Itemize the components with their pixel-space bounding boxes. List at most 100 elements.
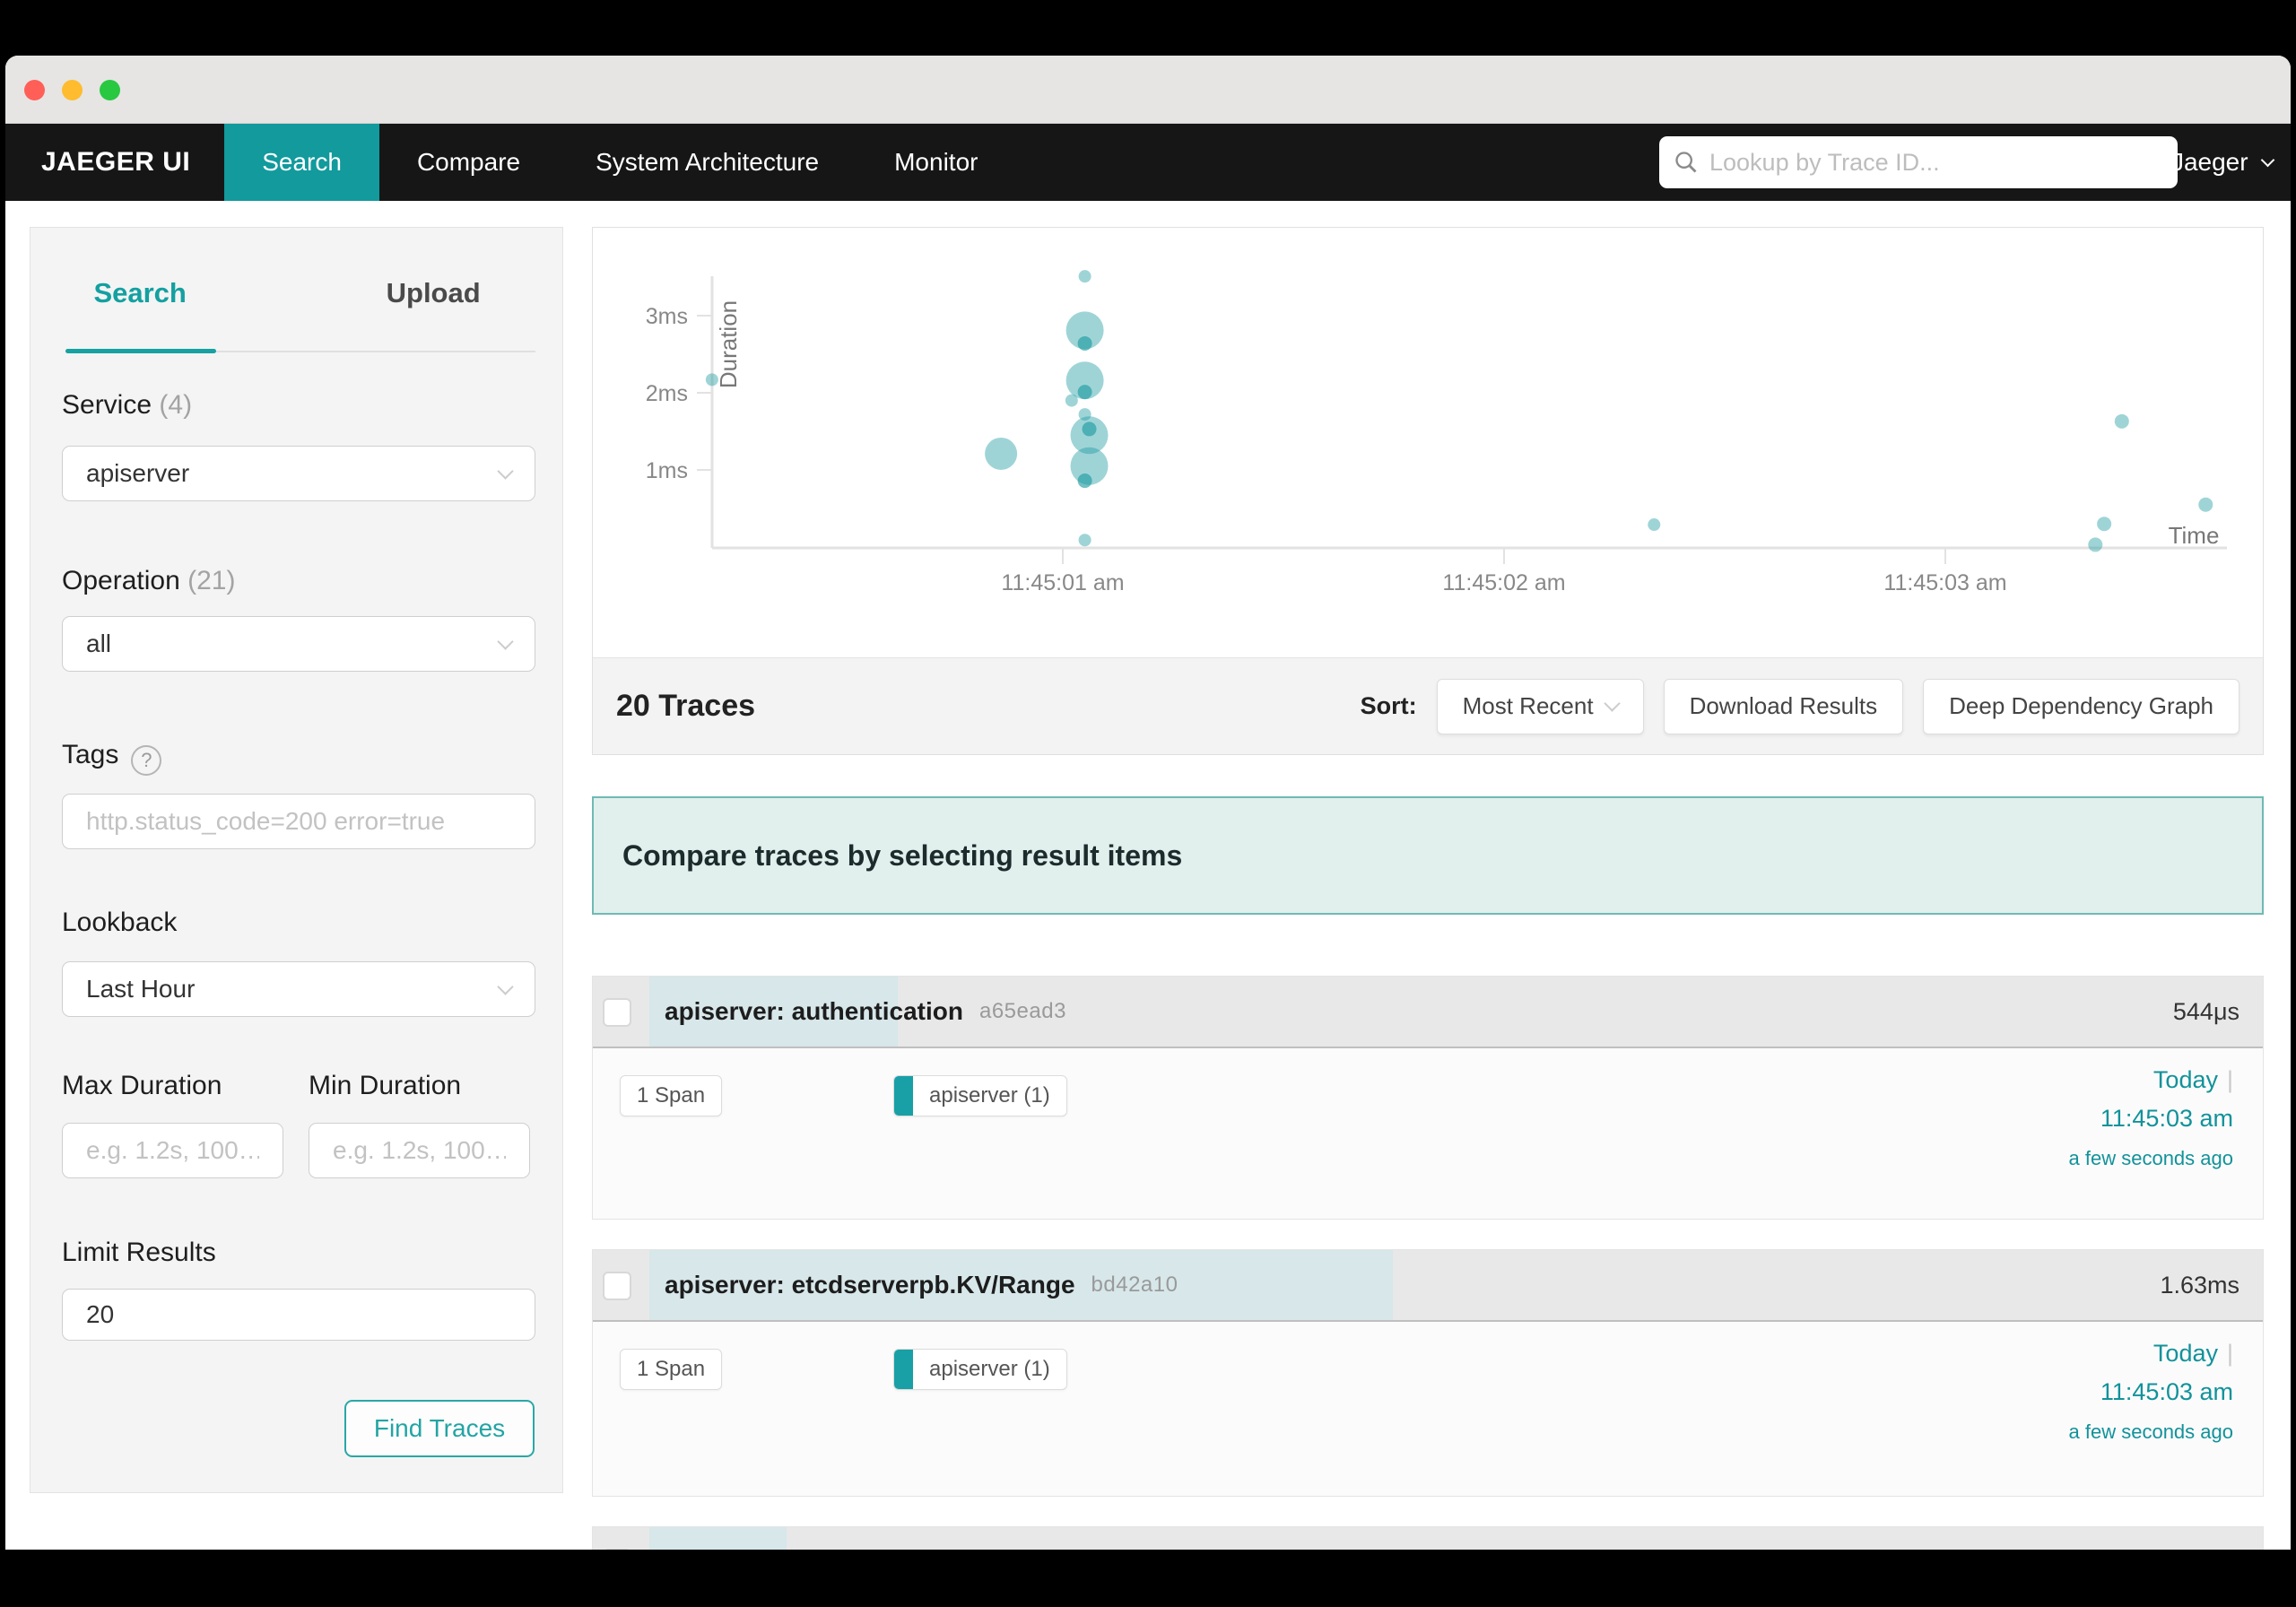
- trace-point[interactable]: [2097, 517, 2112, 532]
- trace-count-heading: 20 Traces: [616, 689, 756, 723]
- tab-underline: [65, 349, 535, 353]
- trace-title[interactable]: apiserver: authentication a65ead3: [665, 977, 1066, 1047]
- span-count-chip: 1 Span: [620, 1075, 723, 1116]
- trace-point[interactable]: [705, 373, 718, 387]
- trace-result-item[interactable]: apiserver: authentication a65ead3 544μs …: [592, 976, 2264, 1220]
- lookback-select[interactable]: Last Hour: [62, 961, 535, 1017]
- tags-input[interactable]: [86, 807, 511, 836]
- min-duration-label: Min Duration: [309, 1071, 462, 1100]
- macos-titlebar: [5, 56, 2291, 124]
- app-window: JAEGER UI Search Compare System Architec…: [5, 56, 2291, 1550]
- minimize-window-button[interactable]: [62, 80, 83, 100]
- trace-id: a65ead3: [978, 999, 1066, 1023]
- tags-label: Tags?: [62, 740, 162, 776]
- trace-point[interactable]: [2088, 537, 2103, 552]
- trace-point[interactable]: [2114, 413, 2129, 429]
- chevron-down-icon: [497, 462, 514, 480]
- limit-results-field[interactable]: [62, 1289, 535, 1341]
- trace-result-item[interactable]: apiserver: etcdserverpb.KV/Range bd42a10…: [592, 1249, 2264, 1497]
- service-select[interactable]: apiserver: [62, 446, 535, 501]
- sort-select[interactable]: Most Recent: [1436, 678, 1644, 734]
- operation-label: Operation (21): [62, 566, 236, 595]
- service-color-swatch: [894, 1350, 913, 1389]
- trace-point[interactable]: [1078, 534, 1091, 547]
- trace-time-block: Today | 11:45:03 am a few seconds ago: [2068, 1340, 2233, 1443]
- deep-dependency-graph-button[interactable]: Deep Dependency Graph: [1923, 678, 2239, 734]
- trace-header: apiserver: authentication a65ead3 544μs: [593, 977, 2263, 1048]
- x-tick-label: 11:45:02 am: [1442, 570, 1565, 595]
- trace-select-checkbox[interactable]: [603, 1549, 631, 1550]
- trace-header: [593, 1527, 2263, 1550]
- results-header: 20 Traces Sort: Most Recent Download Res…: [593, 657, 2263, 754]
- y-tick-label: 3ms: [646, 304, 688, 329]
- sidebar-tabs: Search Upload: [65, 277, 535, 309]
- help-icon[interactable]: ?: [131, 745, 162, 776]
- trace-lookup-input[interactable]: [1709, 148, 2163, 177]
- limit-results-input[interactable]: [86, 1300, 511, 1329]
- chevron-down-icon: [497, 977, 514, 995]
- search-icon: [1675, 152, 1697, 173]
- max-duration-label: Max Duration: [62, 1071, 222, 1100]
- service-chip: apiserver (1): [893, 1349, 1067, 1390]
- sort-label: Sort:: [1360, 692, 1417, 719]
- trace-point[interactable]: [985, 437, 1018, 470]
- results-card: 1ms 2ms 3ms 11:45:01 am 11:45:02 am 11:45:03 …: [592, 227, 2264, 755]
- chevron-down-icon: [1603, 695, 1621, 712]
- trace-select-checkbox[interactable]: [603, 1272, 631, 1300]
- service-chip: apiserver (1): [893, 1075, 1067, 1116]
- span-count-chip: 1 Span: [620, 1349, 723, 1390]
- x-tick-label: 11:45:03 am: [1883, 570, 2006, 595]
- trace-point[interactable]: [1648, 518, 1661, 532]
- min-duration-field[interactable]: [309, 1123, 530, 1178]
- service-color-swatch: [894, 1076, 913, 1116]
- top-navbar: JAEGER UI Search Compare System Architec…: [5, 124, 2291, 201]
- operation-select[interactable]: all: [62, 616, 535, 672]
- trace-duration: 1.63ms: [2160, 1271, 2239, 1299]
- min-duration-input[interactable]: [333, 1136, 506, 1165]
- x-tick-label: 11:45:01 am: [1001, 570, 1124, 595]
- trace-body: 1 Span apiserver (1) Today | 11:45:03 am …: [593, 1048, 2263, 1217]
- find-traces-button[interactable]: Find Traces: [344, 1400, 535, 1457]
- tags-field[interactable]: [62, 794, 535, 849]
- download-results-button[interactable]: Download Results: [1663, 678, 1904, 734]
- nav-tab-monitor[interactable]: Monitor: [857, 124, 1015, 201]
- compare-banner: Compare traces by selecting result items: [592, 796, 2264, 915]
- y-tick-label: 1ms: [646, 458, 688, 483]
- trace-point[interactable]: [1082, 421, 1097, 437]
- chevron-down-icon: [497, 632, 514, 650]
- trace-point[interactable]: [1065, 394, 1078, 407]
- max-duration-field[interactable]: [62, 1123, 283, 1178]
- trace-point[interactable]: [1077, 385, 1092, 400]
- search-sidebar: Search Upload Service (4) apiserver Oper…: [30, 227, 563, 1493]
- duration-scatter-chart[interactable]: 1ms 2ms 3ms 11:45:01 am 11:45:02 am 11:45:03 …: [593, 228, 2263, 657]
- max-duration-input[interactable]: [86, 1136, 259, 1165]
- x-axis-title: Time: [2169, 522, 2220, 549]
- sidebar-tab-search[interactable]: Search: [65, 277, 214, 309]
- trace-time-block: Today | 11:45:03 am a few seconds ago: [2068, 1066, 2233, 1169]
- close-window-button[interactable]: [24, 80, 45, 100]
- trace-point[interactable]: [1077, 335, 1092, 351]
- trace-point[interactable]: [2198, 497, 2213, 512]
- lookback-label: Lookback: [62, 908, 178, 937]
- trace-header: apiserver: etcdserverpb.KV/Range bd42a10…: [593, 1250, 2263, 1322]
- nav-tab-system-architecture[interactable]: System Architecture: [558, 124, 857, 201]
- trace-result-item[interactable]: [592, 1526, 2264, 1550]
- trace-title[interactable]: apiserver: etcdserverpb.KV/Range bd42a10: [665, 1250, 1178, 1320]
- limit-results-label: Limit Results: [62, 1238, 216, 1267]
- y-axis-title: Duration: [715, 300, 742, 388]
- zoom-window-button[interactable]: [100, 80, 120, 100]
- trace-select-checkbox[interactable]: [603, 998, 631, 1027]
- y-tick-label: 2ms: [646, 381, 688, 406]
- duration-bar: [649, 1527, 787, 1550]
- sidebar-tab-upload[interactable]: Upload: [331, 277, 535, 309]
- jaeger-logo: JAEGER UI: [41, 147, 191, 177]
- nav-tab-search[interactable]: Search: [224, 124, 379, 201]
- trace-duration: 544μs: [2172, 997, 2239, 1025]
- trace-point[interactable]: [1078, 270, 1091, 283]
- service-label: Service (4): [62, 390, 193, 420]
- trace-body: 1 Span apiserver (1) Today | 11:45:03 am …: [593, 1322, 2263, 1490]
- trace-id: bd42a10: [1091, 1273, 1178, 1297]
- about-jaeger-menu[interactable]: About Jaeger: [2099, 124, 2274, 201]
- trace-point[interactable]: [1077, 473, 1092, 489]
- nav-tab-compare[interactable]: Compare: [379, 124, 558, 201]
